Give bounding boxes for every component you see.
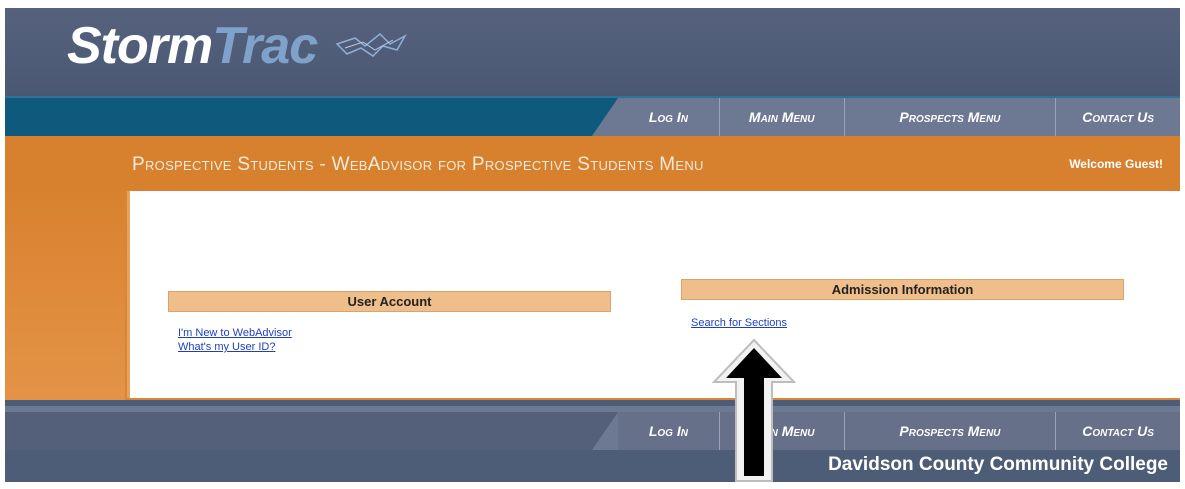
nav-log-in[interactable]: Log In bbox=[618, 98, 719, 136]
new-to-webadvisor-link[interactable]: I'm New to WebAdvisor bbox=[178, 327, 292, 339]
bottom-nav-contact-us[interactable]: Contact Us bbox=[1055, 412, 1180, 450]
page-frame: StormTrac Log In Main Menu Prospects Men… bbox=[5, 8, 1180, 482]
bottom-nav-prospects-menu[interactable]: Prospects Menu bbox=[843, 412, 1056, 450]
left-sidebar bbox=[5, 191, 125, 400]
admission-information-header: Admission Information bbox=[681, 279, 1124, 300]
top-nav: Log In Main Menu Prospects Menu Contact … bbox=[5, 96, 1180, 136]
lightning-icon bbox=[335, 32, 407, 57]
up-arrow-annotation bbox=[712, 338, 796, 482]
search-for-sections-link[interactable]: Search for Sections bbox=[691, 317, 787, 329]
site-header: StormTrac bbox=[5, 8, 1180, 96]
bottom-nav-log-in[interactable]: Log In bbox=[618, 412, 719, 450]
nav-wedge bbox=[592, 98, 618, 136]
main-content: User Account I'm New to WebAdvisor What'… bbox=[127, 191, 1180, 398]
page-title: Prospective Students - WebAdvisor for Pr… bbox=[132, 154, 704, 175]
nav-main-menu[interactable]: Main Menu bbox=[718, 98, 844, 136]
college-name: Davidson County Community College bbox=[828, 454, 1168, 475]
logo-storm: Storm bbox=[67, 17, 213, 75]
nav-prospects-menu[interactable]: Prospects Menu bbox=[843, 98, 1056, 136]
bottom-nav-items: Log In Main Menu Prospects Menu Contact … bbox=[618, 412, 1180, 450]
whats-my-user-id-link[interactable]: What's my User ID? bbox=[178, 341, 275, 353]
nav-contact-us[interactable]: Contact Us bbox=[1055, 98, 1180, 136]
bottom-nav: Log In Main Menu Prospects Menu Contact … bbox=[5, 406, 1180, 450]
title-bar: Prospective Students - WebAdvisor for Pr… bbox=[5, 136, 1180, 191]
logo-trac: Trac bbox=[212, 17, 318, 75]
bottom-nav-wedge bbox=[592, 412, 618, 450]
top-nav-items: Log In Main Menu Prospects Menu Contact … bbox=[618, 98, 1180, 136]
user-account-header: User Account bbox=[168, 291, 611, 312]
welcome-text: Welcome Guest! bbox=[1069, 157, 1163, 171]
stormtrac-logo: StormTrac bbox=[67, 16, 318, 76]
